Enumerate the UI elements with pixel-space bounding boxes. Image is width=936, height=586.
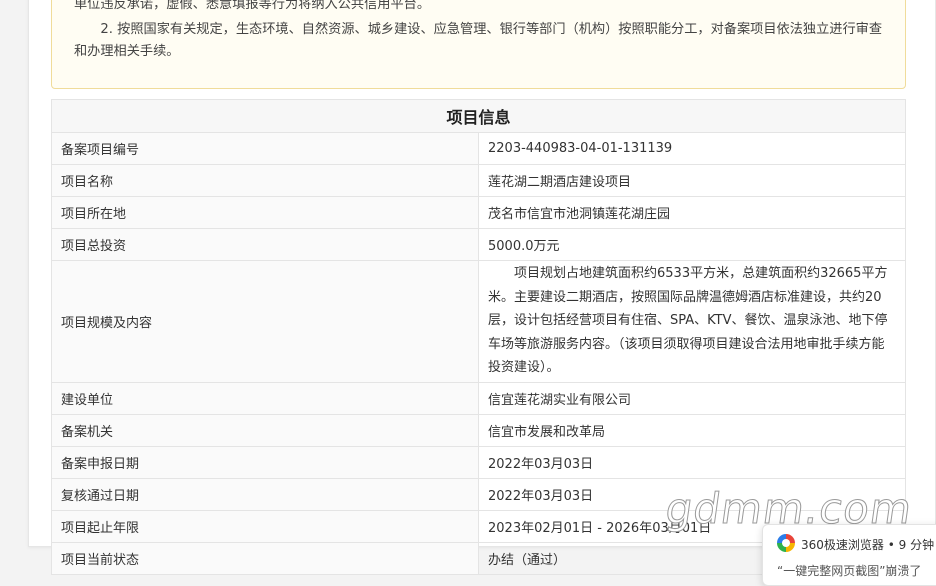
- row-value: 莲花湖二期酒店建设项目: [478, 164, 906, 197]
- row-label: 复核通过日期: [51, 477, 479, 511]
- row-value: 项目规划占地建筑面积约6533平方米，总建筑面积约32665平方米。主要建设二期…: [478, 260, 906, 383]
- notice-box: 单位违反承诺，虚假、悉意填报等行为将纳入公共信用平台。 2. 按照国家有关规定，…: [51, 0, 906, 89]
- browser-logo-icon: [777, 534, 795, 552]
- row-label: 建设单位: [51, 381, 479, 415]
- table-row: 备案申报日期 2022年03月03日: [51, 445, 906, 479]
- table-row: 项目总投资 5000.0万元: [51, 228, 906, 261]
- table-row: 建设单位 信宜莲花湖实业有限公司: [51, 381, 906, 415]
- row-label: 项目起止年限: [51, 509, 479, 543]
- notification-time: • 9 分钟: [887, 538, 935, 552]
- notification-header: 360极速浏览器 • 9 分钟: [801, 536, 934, 553]
- row-label: 备案申报日期: [51, 445, 479, 479]
- row-value: 信宜市发展和改革局: [478, 413, 906, 447]
- row-value: 茂名市信宜市池洞镇莲花湖庄园: [478, 196, 906, 229]
- row-label: 项目所在地: [51, 196, 479, 229]
- row-label: 项目名称: [51, 164, 479, 197]
- table-row: 项目名称 莲花湖二期酒店建设项目: [51, 164, 906, 197]
- table-row: 项目规模及内容 项目规划占地建筑面积约6533平方米，总建筑面积约32665平方…: [51, 260, 906, 383]
- row-label: 备案机关: [51, 413, 479, 447]
- table-row: 备案项目编号 2203-440983-04-01-131139: [51, 132, 906, 165]
- row-value: 信宜莲花湖实业有限公司: [478, 381, 906, 415]
- row-label: 项目总投资: [51, 228, 479, 261]
- row-value: 2203-440983-04-01-131139: [478, 132, 906, 165]
- row-label: 项目当前状态: [51, 541, 479, 575]
- table-row: 备案机关 信宜市发展和改革局: [51, 413, 906, 447]
- notification-app: 360极速浏览器: [801, 538, 884, 552]
- table-title: 项目信息: [51, 99, 906, 133]
- notice-line-2: 2. 按照国家有关规定，生态环境、自然资源、城乡建设、应急管理、银行等部门（机构…: [74, 22, 883, 59]
- browser-notification[interactable]: 360极速浏览器 • 9 分钟 “一键完整网页截图”崩溃了: [762, 524, 936, 586]
- table-row: 项目所在地 茂名市信宜市池洞镇莲花湖庄园: [51, 196, 906, 229]
- row-label: 项目规模及内容: [51, 260, 479, 383]
- row-value: 2022年03月03日: [478, 445, 906, 479]
- row-label: 备案项目编号: [51, 132, 479, 165]
- notice-line-1: 单位违反承诺，虚假、悉意填报等行为将纳入公共信用平台。: [74, 0, 431, 12]
- row-value: 5000.0万元: [478, 228, 906, 261]
